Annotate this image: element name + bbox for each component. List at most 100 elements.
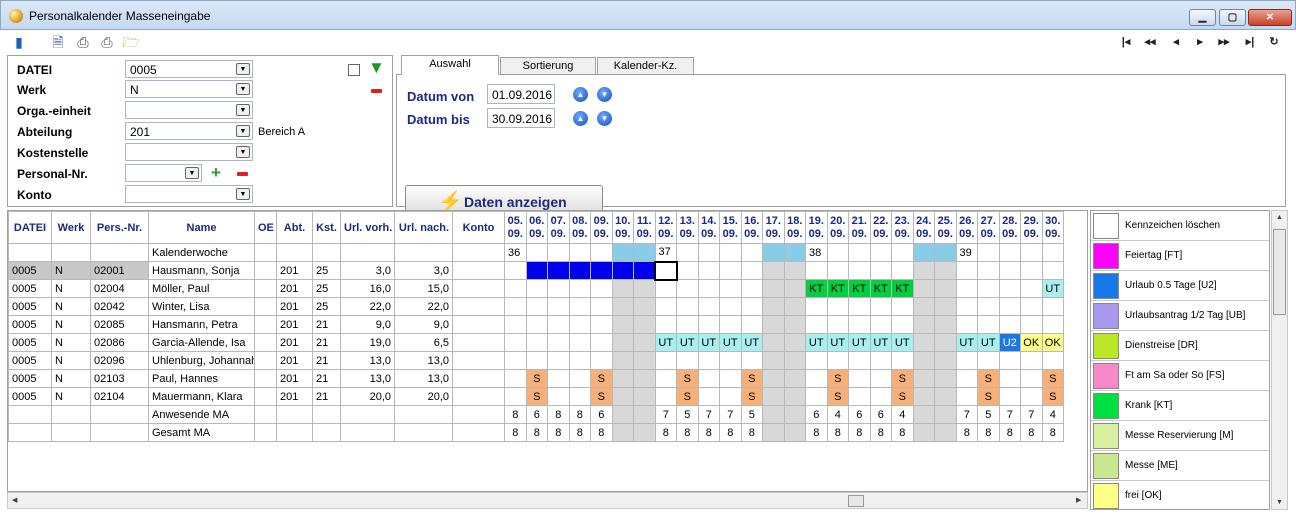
day-cell[interactable] [611,387,634,406]
col-header-url-vorh[interactable]: Url. vorh. [340,211,395,244]
day-cell[interactable]: OK [1020,333,1043,352]
day-cell[interactable] [783,297,806,316]
day-cell[interactable] [611,261,634,280]
table-row[interactable]: 0005 N 02086 Garcia-Allende, Isa 201 21 19,0 6,… [8,333,1064,352]
chevron-down-icon[interactable]: ▼ [236,125,250,137]
day-cell[interactable] [676,315,699,334]
day-cell[interactable] [934,351,957,370]
day-cell[interactable] [998,279,1021,298]
filter-combo-personal-nr[interactable]: ▼ [125,164,202,182]
legend-item[interactable]: Ft am Sa oder So [FS] [1091,361,1269,391]
print-setup-icon[interactable]: ⎙ [98,33,116,51]
day-cell[interactable] [1020,297,1043,316]
day-header[interactable]: 08. 09. [568,211,591,244]
day-cell[interactable] [654,315,677,334]
day-cell[interactable]: U2 [998,333,1021,352]
day-cell[interactable] [934,387,957,406]
add-personal-icon[interactable]: + [211,164,221,181]
day-cell[interactable]: S [1041,369,1064,388]
day-cell[interactable] [590,297,613,316]
day-cell[interactable] [525,351,548,370]
col-header-name[interactable]: Name [148,211,255,244]
day-cell[interactable] [740,351,763,370]
day-cell[interactable]: UT [676,333,699,352]
day-cell[interactable] [504,261,527,280]
day-header[interactable]: 21. 09. [848,211,871,244]
day-header[interactable]: 19. 09. [805,211,828,244]
day-cell[interactable] [1041,351,1064,370]
day-cell[interactable] [934,333,957,352]
day-cell[interactable] [912,333,935,352]
day-cell[interactable] [1020,279,1043,298]
day-cell[interactable] [1041,261,1064,280]
day-cell[interactable]: S [826,387,849,406]
day-cell[interactable] [568,333,591,352]
day-cell[interactable] [848,297,871,316]
day-cell[interactable] [805,315,828,334]
day-cell[interactable] [1041,315,1064,334]
day-cell[interactable] [977,279,1000,298]
day-cell[interactable]: S [977,387,1000,406]
day-cell[interactable] [955,387,978,406]
day-cell[interactable] [697,261,720,280]
day-cell[interactable] [762,351,785,370]
day-cell[interactable] [568,369,591,388]
day-cell[interactable] [955,297,978,316]
day-header[interactable]: 24. 09. [912,211,935,244]
table-row[interactable]: 0005 N 02085 Hansmann, Petra 201 21 9,0 9,0 [8,315,1064,334]
day-cell[interactable] [912,279,935,298]
day-cell[interactable] [955,279,978,298]
day-cell[interactable] [504,279,527,298]
day-cell[interactable] [1041,297,1064,316]
day-cell[interactable]: S [740,369,763,388]
table-row[interactable]: 0005 N 02004 Möller, Paul 201 25 16,0 15,0 KT KT K… [8,279,1064,298]
scroll-right-icon[interactable]: ▶ [1076,496,1081,504]
day-cell[interactable] [805,369,828,388]
day-cell[interactable]: S [826,369,849,388]
day-cell[interactable] [998,261,1021,280]
day-cell[interactable]: KT [805,279,828,298]
day-cell[interactable] [697,315,720,334]
day-cell[interactable] [611,315,634,334]
day-cell[interactable]: S [590,369,613,388]
preview-icon[interactable]: 🗎 [49,33,67,51]
day-cell[interactable] [719,315,742,334]
day-cell[interactable] [869,315,892,334]
chevron-down-icon[interactable]: ▼ [236,104,250,116]
day-cell[interactable] [1020,261,1043,280]
day-cell[interactable] [590,333,613,352]
date-from-down-button[interactable]: ▼ [597,87,612,102]
day-cell[interactable] [762,369,785,388]
day-cell[interactable] [848,261,871,280]
table-row[interactable]: 0005 N 02103 Paul, Hannes 201 21 13,0 13,0 S S S S S… [8,369,1064,388]
chevron-down-icon[interactable]: ▼ [236,188,250,200]
filter-combo-werk[interactable]: N ▼ [125,80,253,98]
day-cell[interactable] [998,369,1021,388]
day-cell[interactable] [633,279,656,298]
day-cell[interactable] [633,261,656,280]
day-cell[interactable] [525,279,548,298]
day-cell[interactable]: UT [848,333,871,352]
day-cell[interactable]: S [525,369,548,388]
print-icon[interactable]: ⎙ [74,33,92,51]
day-cell[interactable] [740,315,763,334]
col-header-datei[interactable]: DATEI [8,211,52,244]
day-cell[interactable] [719,279,742,298]
day-cell[interactable] [955,369,978,388]
day-cell[interactable] [977,351,1000,370]
day-cell[interactable]: S [676,369,699,388]
next-page-icon[interactable]: ▸▸ [1216,34,1232,50]
col-header-konto[interactable]: Konto [452,211,505,244]
day-cell[interactable]: KT [826,279,849,298]
export-icon[interactable]: 🗁 [122,33,140,51]
day-cell[interactable] [762,261,785,280]
day-header[interactable]: 09. 09. [590,211,613,244]
day-header[interactable]: 22. 09. [869,211,892,244]
day-cell[interactable] [547,297,570,316]
day-header[interactable]: 16. 09. [740,211,763,244]
day-cell[interactable] [719,369,742,388]
chevron-down-icon[interactable]: ▼ [236,146,250,158]
day-header[interactable]: 06. 09. [525,211,548,244]
horizontal-scrollbar[interactable]: ◀ ▶ [7,492,1088,509]
day-cell[interactable] [955,351,978,370]
